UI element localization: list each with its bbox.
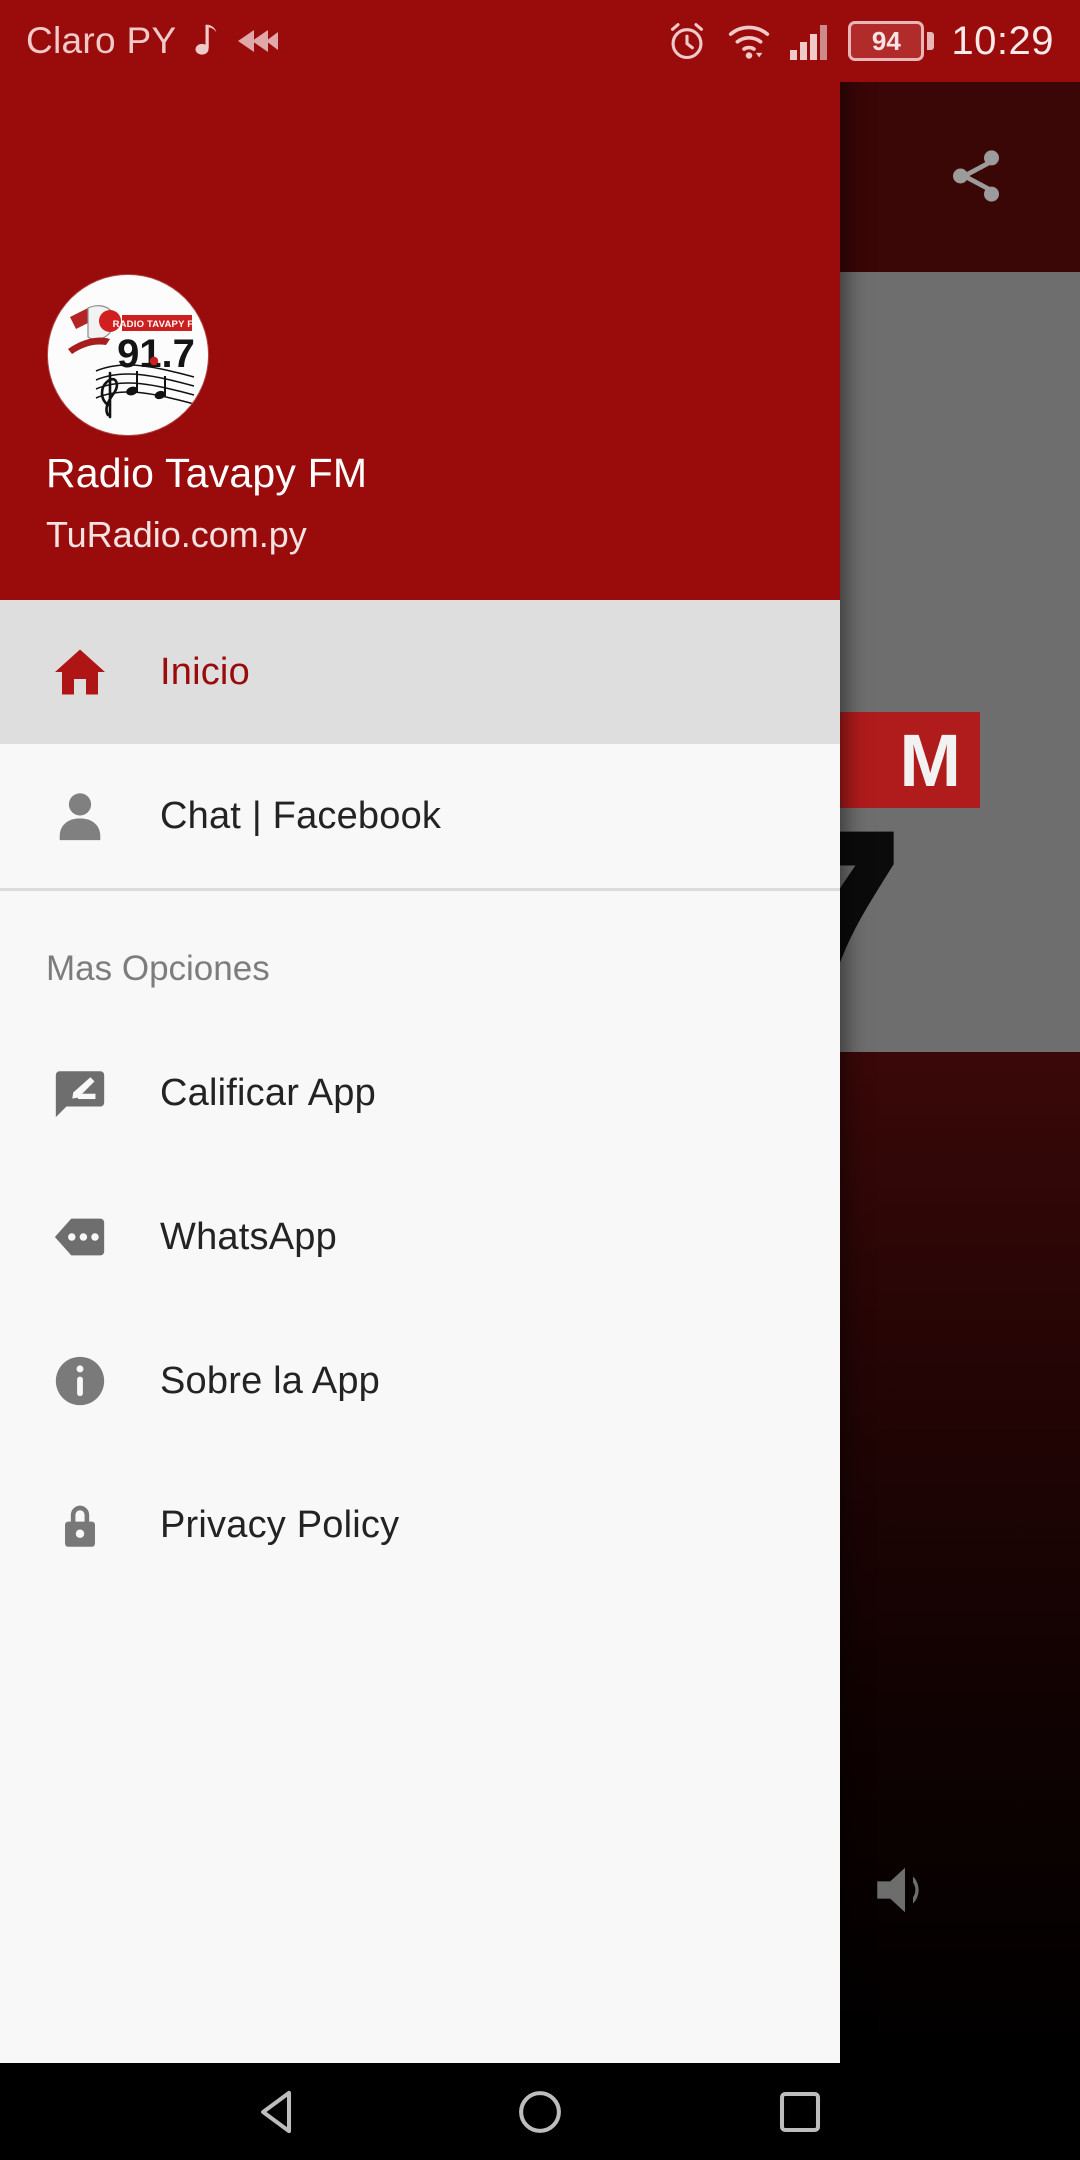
menu-group-title: Mas Opciones [46, 949, 270, 988]
alarm-clock-icon [665, 19, 709, 63]
drawer-header: RADIO TAVAPY FM 91.7 Radio Tavapy FM TuR… [0, 0, 840, 600]
home-icon [46, 638, 114, 706]
phone-screen: M 7 [0, 0, 1080, 2160]
carrier-label: Claro PY [26, 20, 177, 61]
volume-up-icon[interactable] [860, 1845, 950, 1935]
share-icon[interactable] [932, 132, 1020, 220]
sidebar-item-privacy-policy[interactable]: Privacy Policy [0, 1453, 840, 1597]
svg-text:RADIO TAVAPY FM: RADIO TAVAPY FM [113, 319, 202, 330]
battery-indicator: 94 [848, 21, 935, 61]
radio-tavapy-logo: RADIO TAVAPY FM 91.7 [48, 275, 208, 435]
person-icon [46, 782, 114, 850]
chat-tag-icon [46, 1203, 114, 1271]
drawer-menu: Inicio Chat | Facebook Mas Opciones Cali… [0, 600, 840, 2063]
status-bar: Claro PY 94 10:29 [0, 0, 1080, 82]
recents-square-icon[interactable] [745, 2063, 855, 2160]
battery-cap [927, 32, 935, 50]
hero-fm-badge-text: M [899, 718, 962, 802]
sidebar-item-calificar-app[interactable]: Calificar App [0, 1021, 840, 1165]
lock-icon [46, 1491, 114, 1559]
drawer-title: Radio Tavapy FM [46, 450, 368, 496]
status-bar-left: Claro PY [26, 20, 279, 62]
sidebar-item-label: Privacy Policy [160, 1503, 400, 1546]
sidebar-item-label: Calificar App [160, 1071, 376, 1114]
sidebar-item-inicio[interactable]: Inicio [0, 600, 840, 744]
status-bar-clock: 10:29 [951, 18, 1054, 63]
battery-percent-label: 94 [871, 26, 901, 56]
sidebar-item-sobre-la-app[interactable]: Sobre la App [0, 1309, 840, 1453]
wifi-icon [726, 20, 772, 62]
sidebar-item-label: Inicio [160, 650, 250, 693]
music-note-icon [190, 22, 220, 60]
sidebar-item-label: Sobre la App [160, 1359, 381, 1402]
rate-review-icon [46, 1059, 114, 1127]
battery-shell: 94 [848, 21, 925, 61]
cellular-signal-icon [789, 21, 831, 61]
info-icon [46, 1347, 114, 1415]
sidebar-item-chat-facebook[interactable]: Chat | Facebook [0, 744, 840, 888]
system-navigation-bar [0, 2063, 1080, 2160]
back-triangle-icon[interactable] [225, 2063, 335, 2160]
svg-text:91.7: 91.7 [117, 332, 195, 376]
cast-rewind-icon [234, 26, 279, 56]
home-circle-icon[interactable] [485, 2063, 595, 2160]
sidebar-item-label: Chat | Facebook [160, 794, 442, 837]
sidebar-item-whatsapp[interactable]: WhatsApp [0, 1165, 840, 1309]
sidebar-item-label: WhatsApp [160, 1215, 337, 1258]
status-bar-right: 94 10:29 [665, 19, 1054, 64]
navigation-drawer: RADIO TAVAPY FM 91.7 Radio Tavapy FM TuR… [0, 0, 840, 2063]
drawer-subtitle: TuRadio.com.py [46, 514, 307, 555]
